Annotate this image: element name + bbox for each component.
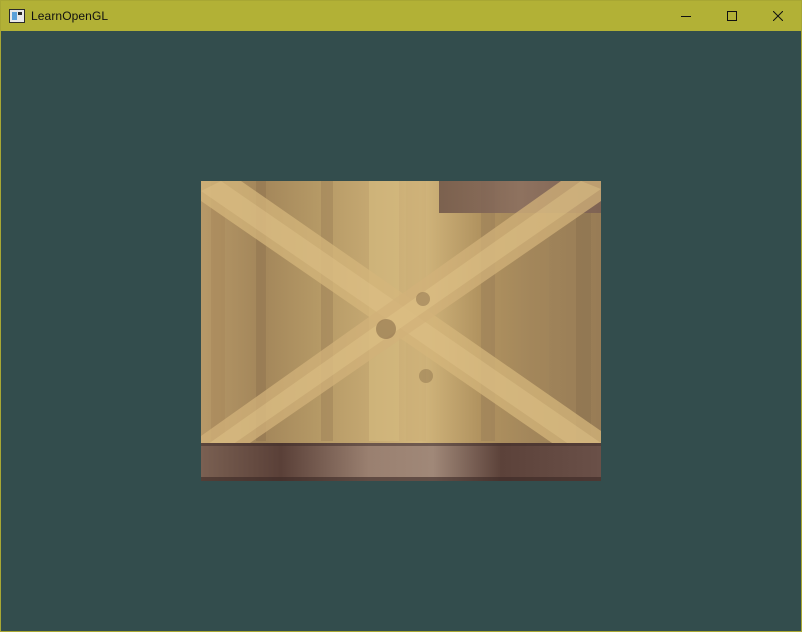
title-bar[interactable]: LearnOpenGL [1, 1, 801, 31]
minimize-button[interactable] [663, 1, 709, 31]
maximize-icon [727, 11, 737, 21]
close-icon [773, 11, 783, 21]
window-app-icon [9, 9, 25, 23]
app-window: LearnOpenGL [0, 0, 802, 632]
maximize-button[interactable] [709, 1, 755, 31]
minimize-icon [681, 16, 691, 17]
close-button[interactable] [755, 1, 801, 31]
caption-buttons [663, 1, 801, 31]
wooden-container-texture [201, 181, 601, 481]
gl-viewport[interactable] [1, 31, 801, 631]
textured-quad [201, 181, 601, 481]
window-title: LearnOpenGL [31, 9, 109, 23]
